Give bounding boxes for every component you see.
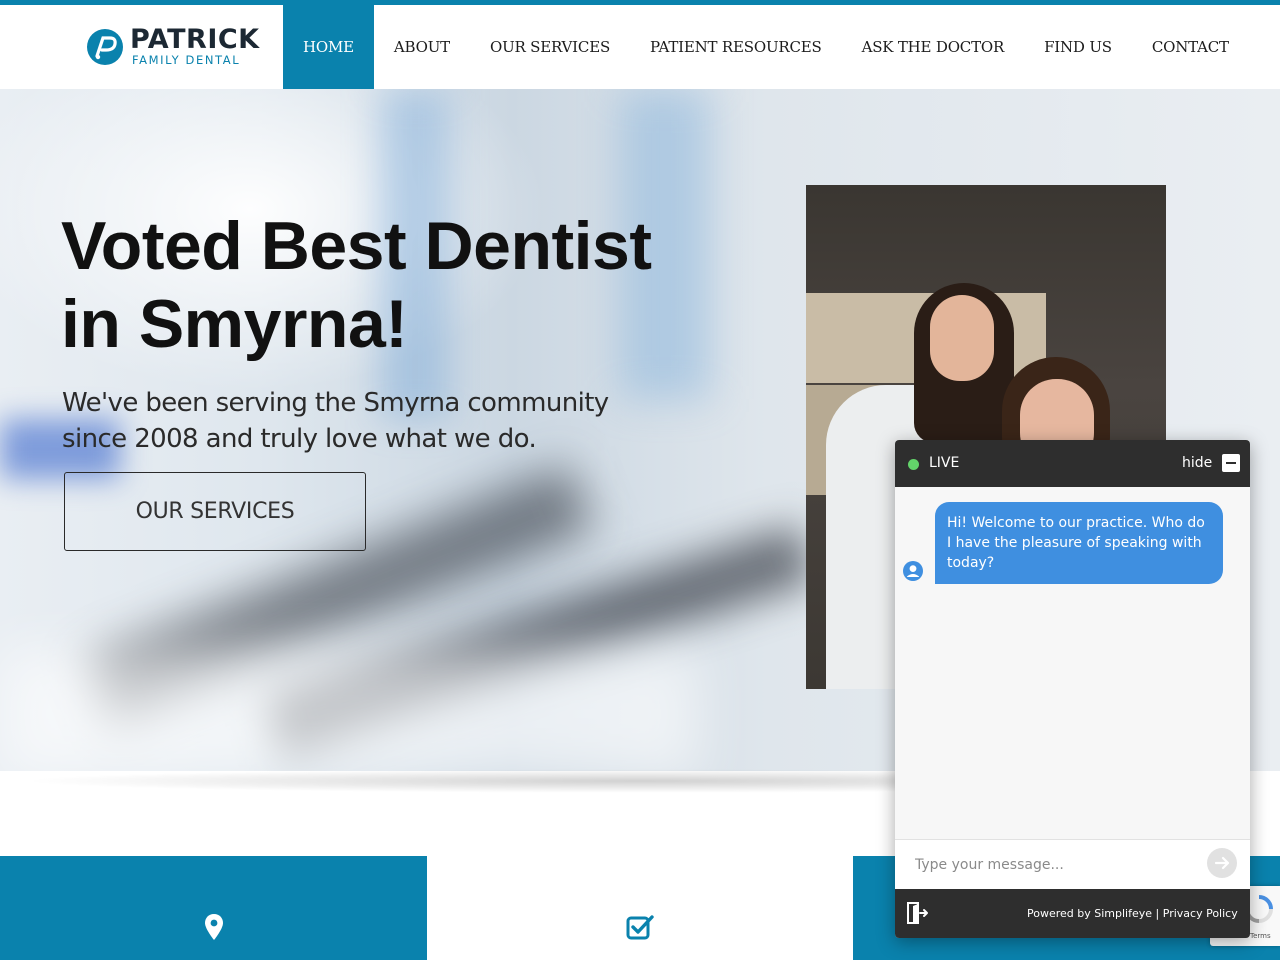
site-logo[interactable]: PATRICK FAMILY DENTAL: [86, 25, 259, 71]
live-chat-widget: LIVE hide Hi! Welcome to our practice. W…: [895, 440, 1250, 938]
chat-messages: Hi! Welcome to our practice. Who do I ha…: [895, 487, 1250, 839]
info-tile-location[interactable]: [0, 856, 427, 960]
powered-by-prefix: Powered by: [1027, 907, 1091, 920]
chat-hide-link[interactable]: hide: [1182, 455, 1212, 471]
chat-message-input[interactable]: [903, 848, 1193, 882]
powered-by-text: Powered by Simplifeye | Privacy Policy: [1027, 907, 1238, 920]
logo-mark-icon: [87, 29, 123, 65]
chat-message-bubble: Hi! Welcome to our practice. Who do I ha…: [935, 502, 1223, 584]
logo-name: PATRICK: [130, 24, 260, 55]
simplifeye-link[interactable]: Simplifeye: [1094, 907, 1152, 920]
hero-background-blur: [0, 649, 700, 771]
privacy-policy-link[interactable]: Privacy Policy: [1163, 907, 1238, 920]
photo-dentist-face: [930, 295, 994, 381]
our-services-button[interactable]: OUR SERVICES: [64, 472, 366, 551]
send-arrow-icon: [1214, 856, 1230, 870]
nav-item-contact[interactable]: CONTACT: [1132, 5, 1249, 89]
map-pin-icon: [205, 914, 223, 940]
nav-item-ask-the-doctor[interactable]: ASK THE DOCTOR: [842, 5, 1024, 89]
nav-item-our-services[interactable]: OUR SERVICES: [470, 5, 630, 89]
logo-tagline: FAMILY DENTAL: [132, 53, 241, 67]
live-status-dot: [908, 459, 919, 470]
footer-separator: |: [1155, 907, 1160, 920]
hero-title-line-2: in Smyrna!: [61, 286, 408, 362]
minimize-icon[interactable]: [1222, 454, 1240, 472]
chat-footer: Powered by Simplifeye | Privacy Policy: [895, 889, 1250, 938]
chat-input-row: [895, 839, 1250, 889]
hero-title-line-1: Voted Best Dentist: [61, 208, 652, 284]
hero-subtitle-line-2: since 2008 and truly love what we do.: [62, 424, 537, 454]
agent-avatar-icon: [903, 561, 923, 581]
exit-door-icon[interactable]: [905, 901, 929, 925]
info-tile-checklist[interactable]: [427, 856, 853, 960]
nav-item-home[interactable]: HOME: [283, 5, 374, 89]
nav-item-patient-resources[interactable]: PATIENT RESOURCES: [630, 5, 842, 89]
hero-subtitle-line-1: We've been serving the Smyrna community: [62, 388, 609, 418]
nav-item-find-us[interactable]: FIND US: [1024, 5, 1132, 89]
live-status-label: LIVE: [929, 455, 960, 471]
site-header: PATRICK FAMILY DENTAL HOME ABOUT OUR SER…: [0, 5, 1280, 89]
nav-item-about[interactable]: ABOUT: [374, 5, 470, 89]
checkbox-icon: [626, 915, 654, 940]
send-button[interactable]: [1207, 848, 1237, 878]
chat-header: LIVE hide: [895, 440, 1250, 487]
hero-title: Voted Best Dentist in Smyrna!: [61, 207, 761, 363]
main-nav: HOME ABOUT OUR SERVICES PATIENT RESOURCE…: [283, 5, 1249, 89]
recaptcha-terms-link[interactable]: Terms: [1250, 932, 1271, 940]
hero-subtitle: We've been serving the Smyrna community …: [62, 385, 662, 457]
